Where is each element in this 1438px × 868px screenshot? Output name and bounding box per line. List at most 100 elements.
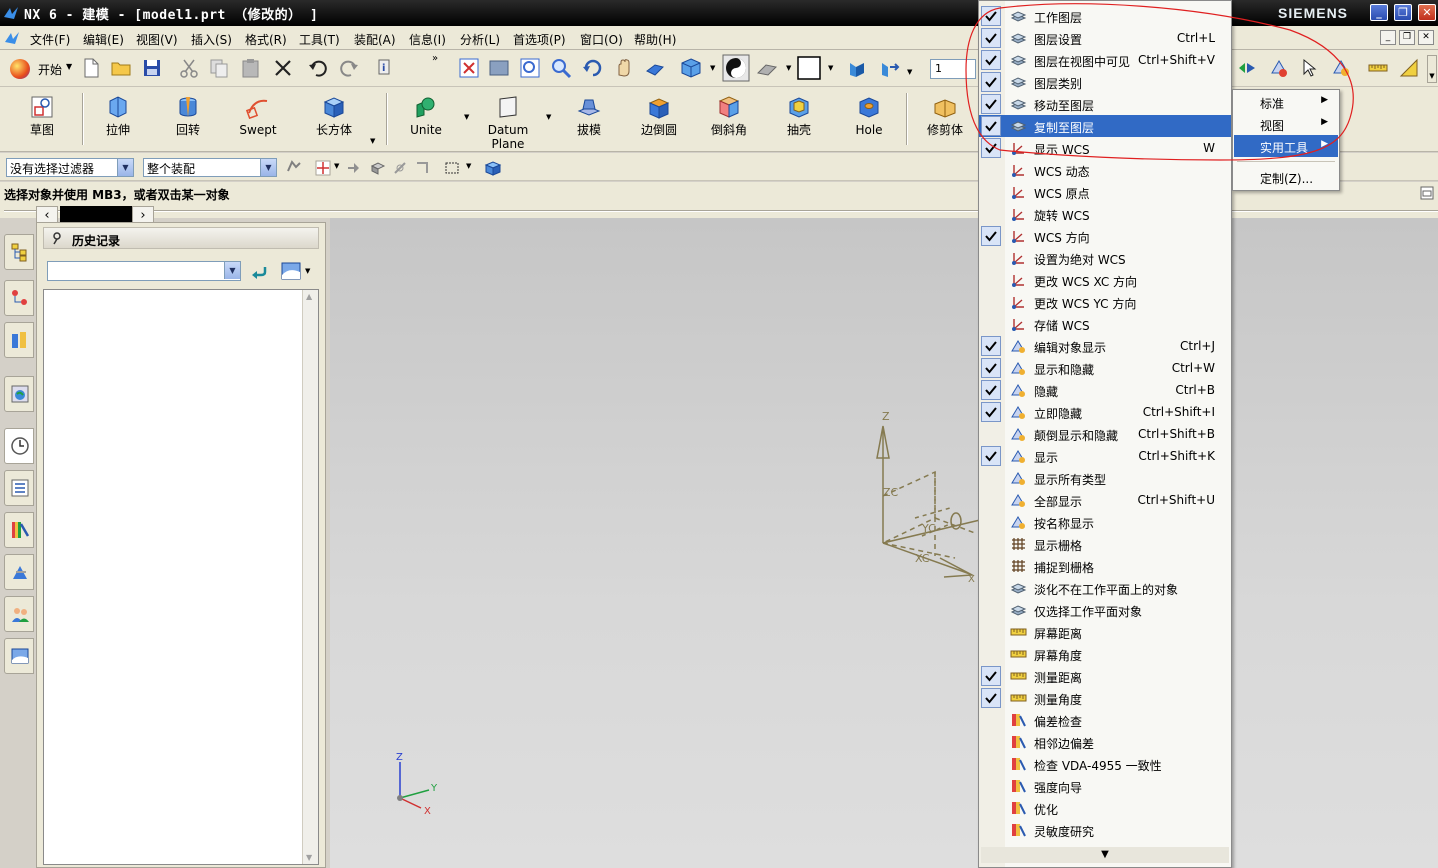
minimize-button[interactable]: _ — [1370, 4, 1388, 21]
pin-icon[interactable] — [50, 231, 64, 245]
submenu-utility[interactable]: 实用工具 ▶ — [1234, 135, 1338, 157]
perspective-icon[interactable] — [644, 57, 666, 79]
submenu-customize[interactable]: 定制(Z)... — [1234, 166, 1338, 188]
menu-item-check-vda4955[interactable]: 检查 VDA-4955 一致性 — [979, 753, 1231, 775]
menu-tools[interactable]: 工具(T) — [299, 31, 340, 48]
process-studio-tab[interactable] — [4, 512, 34, 548]
selection-scope-combo[interactable]: 整个装配 ▼ — [143, 158, 277, 177]
zoom-icon[interactable] — [550, 57, 572, 79]
chevron-down-icon[interactable]: ▼ — [466, 162, 471, 170]
rectangle-select-icon[interactable] — [444, 160, 460, 176]
chevron-down-icon[interactable]: ▼ — [305, 267, 310, 275]
menu-item-strength-wizard[interactable]: 强度向导 — [979, 775, 1231, 797]
menu-item-screen-angle[interactable]: 屏幕角度 — [979, 643, 1231, 665]
menu-item-screen-distance[interactable]: 屏幕距离 — [979, 621, 1231, 643]
submenu-standard[interactable]: 标准 ▶ — [1234, 91, 1338, 113]
menu-view[interactable]: 视图(V) — [136, 31, 178, 48]
menu-item-wcs-orient[interactable]: WCS 方向 — [979, 225, 1231, 247]
shell-button[interactable]: 抽壳 — [767, 91, 831, 149]
chevron-down-icon[interactable]: ▼ — [786, 64, 791, 72]
toolbar-overflow-icon[interactable]: ▼ — [1427, 55, 1437, 83]
history-tab[interactable] — [4, 428, 34, 464]
new-file-icon[interactable] — [80, 57, 102, 79]
menu-item-rotate-wcs[interactable]: 旋转 WCS — [979, 203, 1231, 225]
menu-item-show[interactable]: 显示 Ctrl+Shift+K — [979, 445, 1231, 467]
measure-distance-icon[interactable] — [1367, 57, 1389, 79]
mdi-minimize-button[interactable]: _ — [1380, 30, 1396, 45]
revolve-button[interactable]: 回转 — [156, 91, 220, 149]
extrude-button[interactable]: 拉伸 — [86, 91, 150, 149]
menu-window[interactable]: 窗口(O) — [580, 31, 623, 48]
select-body-icon[interactable] — [484, 159, 502, 177]
menu-item-measure-distance[interactable]: 测量距离 — [979, 665, 1231, 687]
system-materials-tab[interactable] — [4, 470, 34, 506]
menu-item-snap-to-grid[interactable]: 捕捉到栅格 — [979, 555, 1231, 577]
block-button[interactable]: 长方体 — [302, 91, 366, 149]
fit-view-icon[interactable] — [458, 57, 480, 79]
chevron-down-icon[interactable]: ▼ — [334, 162, 339, 170]
close-button[interactable]: ✕ — [1418, 4, 1436, 21]
menu-help[interactable]: 帮助(H) — [634, 31, 676, 48]
status-expand-icon[interactable] — [1420, 186, 1434, 200]
zoom-area-icon[interactable] — [488, 57, 510, 79]
menu-assembly[interactable]: 装配(A) — [354, 31, 396, 48]
menu-item-show-all-of-type[interactable]: 显示所有类型 — [979, 467, 1231, 489]
menu-item-immediate-hide[interactable]: 立即隐藏 Ctrl+Shift+I — [979, 401, 1231, 423]
menu-item-set-absolute-wcs[interactable]: 设置为绝对 WCS — [979, 247, 1231, 269]
chevron-down-icon[interactable]: ▼ — [370, 137, 375, 145]
menu-item-show-all[interactable]: 全部显示 Ctrl+Shift+U — [979, 489, 1231, 511]
menu-item-sensitivity-study[interactable]: 灵敏度研究 — [979, 819, 1231, 841]
menu-item-wcs-dynamic[interactable]: WCS 动态 — [979, 159, 1231, 181]
undo-icon[interactable] — [307, 57, 329, 79]
back-arrow-icon[interactable] — [249, 261, 269, 281]
immediate-hide-icon[interactable] — [1299, 57, 1321, 79]
menu-file[interactable]: 文件(F) — [30, 31, 70, 48]
move-object-icon[interactable] — [878, 57, 900, 79]
menu-item-fade-non-work-plane[interactable]: 淡化不在工作平面上的对象 — [979, 577, 1231, 599]
menu-item-show-and-hide[interactable]: 显示和隐藏 Ctrl+W — [979, 357, 1231, 379]
render-style-icon[interactable] — [722, 54, 750, 82]
sketch-button[interactable]: 草图 — [10, 91, 74, 149]
chevron-down-icon[interactable]: ▼ — [828, 64, 833, 72]
menu-item-select-work-plane-only[interactable]: 仅选择工作平面对象 — [979, 599, 1231, 621]
mdi-restore-button[interactable]: ❐ — [1399, 30, 1415, 45]
menu-item-change-yc-direction[interactable]: 更改 WCS YC 方向 — [979, 291, 1231, 313]
background-icon[interactable] — [796, 55, 822, 81]
scroll-up-icon[interactable]: ▲ — [306, 292, 312, 301]
snap-point-icon[interactable] — [314, 159, 332, 177]
hide-icon[interactable] — [1268, 57, 1290, 79]
paste-icon[interactable] — [240, 57, 262, 79]
menu-item-layer-category[interactable]: 图层类别 — [979, 71, 1231, 93]
information-icon[interactable]: i — [374, 57, 396, 79]
invert-show-icon[interactable] — [1330, 57, 1352, 79]
menu-item-layer-settings[interactable]: 图层设置 Ctrl+L — [979, 27, 1231, 49]
chamfer-button[interactable]: 倒斜角 — [697, 91, 761, 149]
menu-item-move-to-layer[interactable]: 移动至图层 — [979, 93, 1231, 115]
menu-insert[interactable]: 插入(S) — [191, 31, 232, 48]
menu-scroll-down-button[interactable]: ▼ — [981, 847, 1229, 863]
hole-button[interactable]: Hole — [837, 91, 901, 149]
menu-item-deviation-check[interactable]: 偏差检查 — [979, 709, 1231, 731]
restore-button[interactable]: ❐ — [1394, 4, 1412, 21]
manufacturing-wizard-tab[interactable] — [4, 554, 34, 590]
shaded-face-icon[interactable] — [756, 57, 778, 79]
redo-icon[interactable] — [338, 57, 360, 79]
open-folder-icon[interactable] — [110, 57, 132, 79]
menu-item-hide[interactable]: 隐藏 Ctrl+B — [979, 379, 1231, 401]
menu-item-copy-to-layer[interactable]: 复制至图层 — [979, 115, 1231, 137]
menu-item-optimization[interactable]: 优化 — [979, 797, 1231, 819]
menu-item-visible-in-view[interactable]: 图层在视图中可见 Ctrl+Shift+V — [979, 49, 1231, 71]
trim-body-button[interactable]: 修剪体 — [913, 91, 977, 149]
menu-item-change-xc-direction[interactable]: 更改 WCS XC 方向 — [979, 269, 1231, 291]
datum-plane-button[interactable]: Datum Plane — [476, 91, 540, 151]
menu-item-wcs-origin[interactable]: WCS 原点 — [979, 181, 1231, 203]
menu-item-display-wcs[interactable]: 显示 WCS W — [979, 137, 1231, 159]
graphics-window[interactable]: Z ZC XC YC X Z Y X — [330, 218, 1438, 868]
arrow-icon[interactable] — [346, 161, 360, 175]
chevron-down-icon[interactable]: ▼ — [546, 113, 551, 121]
rotate-icon[interactable] — [582, 57, 604, 79]
wcs-display-icon[interactable] — [846, 57, 868, 79]
select-solid-icon[interactable] — [370, 160, 386, 176]
toolbar-overflow-icon[interactable]: » — [432, 53, 438, 64]
submenu-view[interactable]: 视图 ▶ — [1234, 113, 1338, 135]
